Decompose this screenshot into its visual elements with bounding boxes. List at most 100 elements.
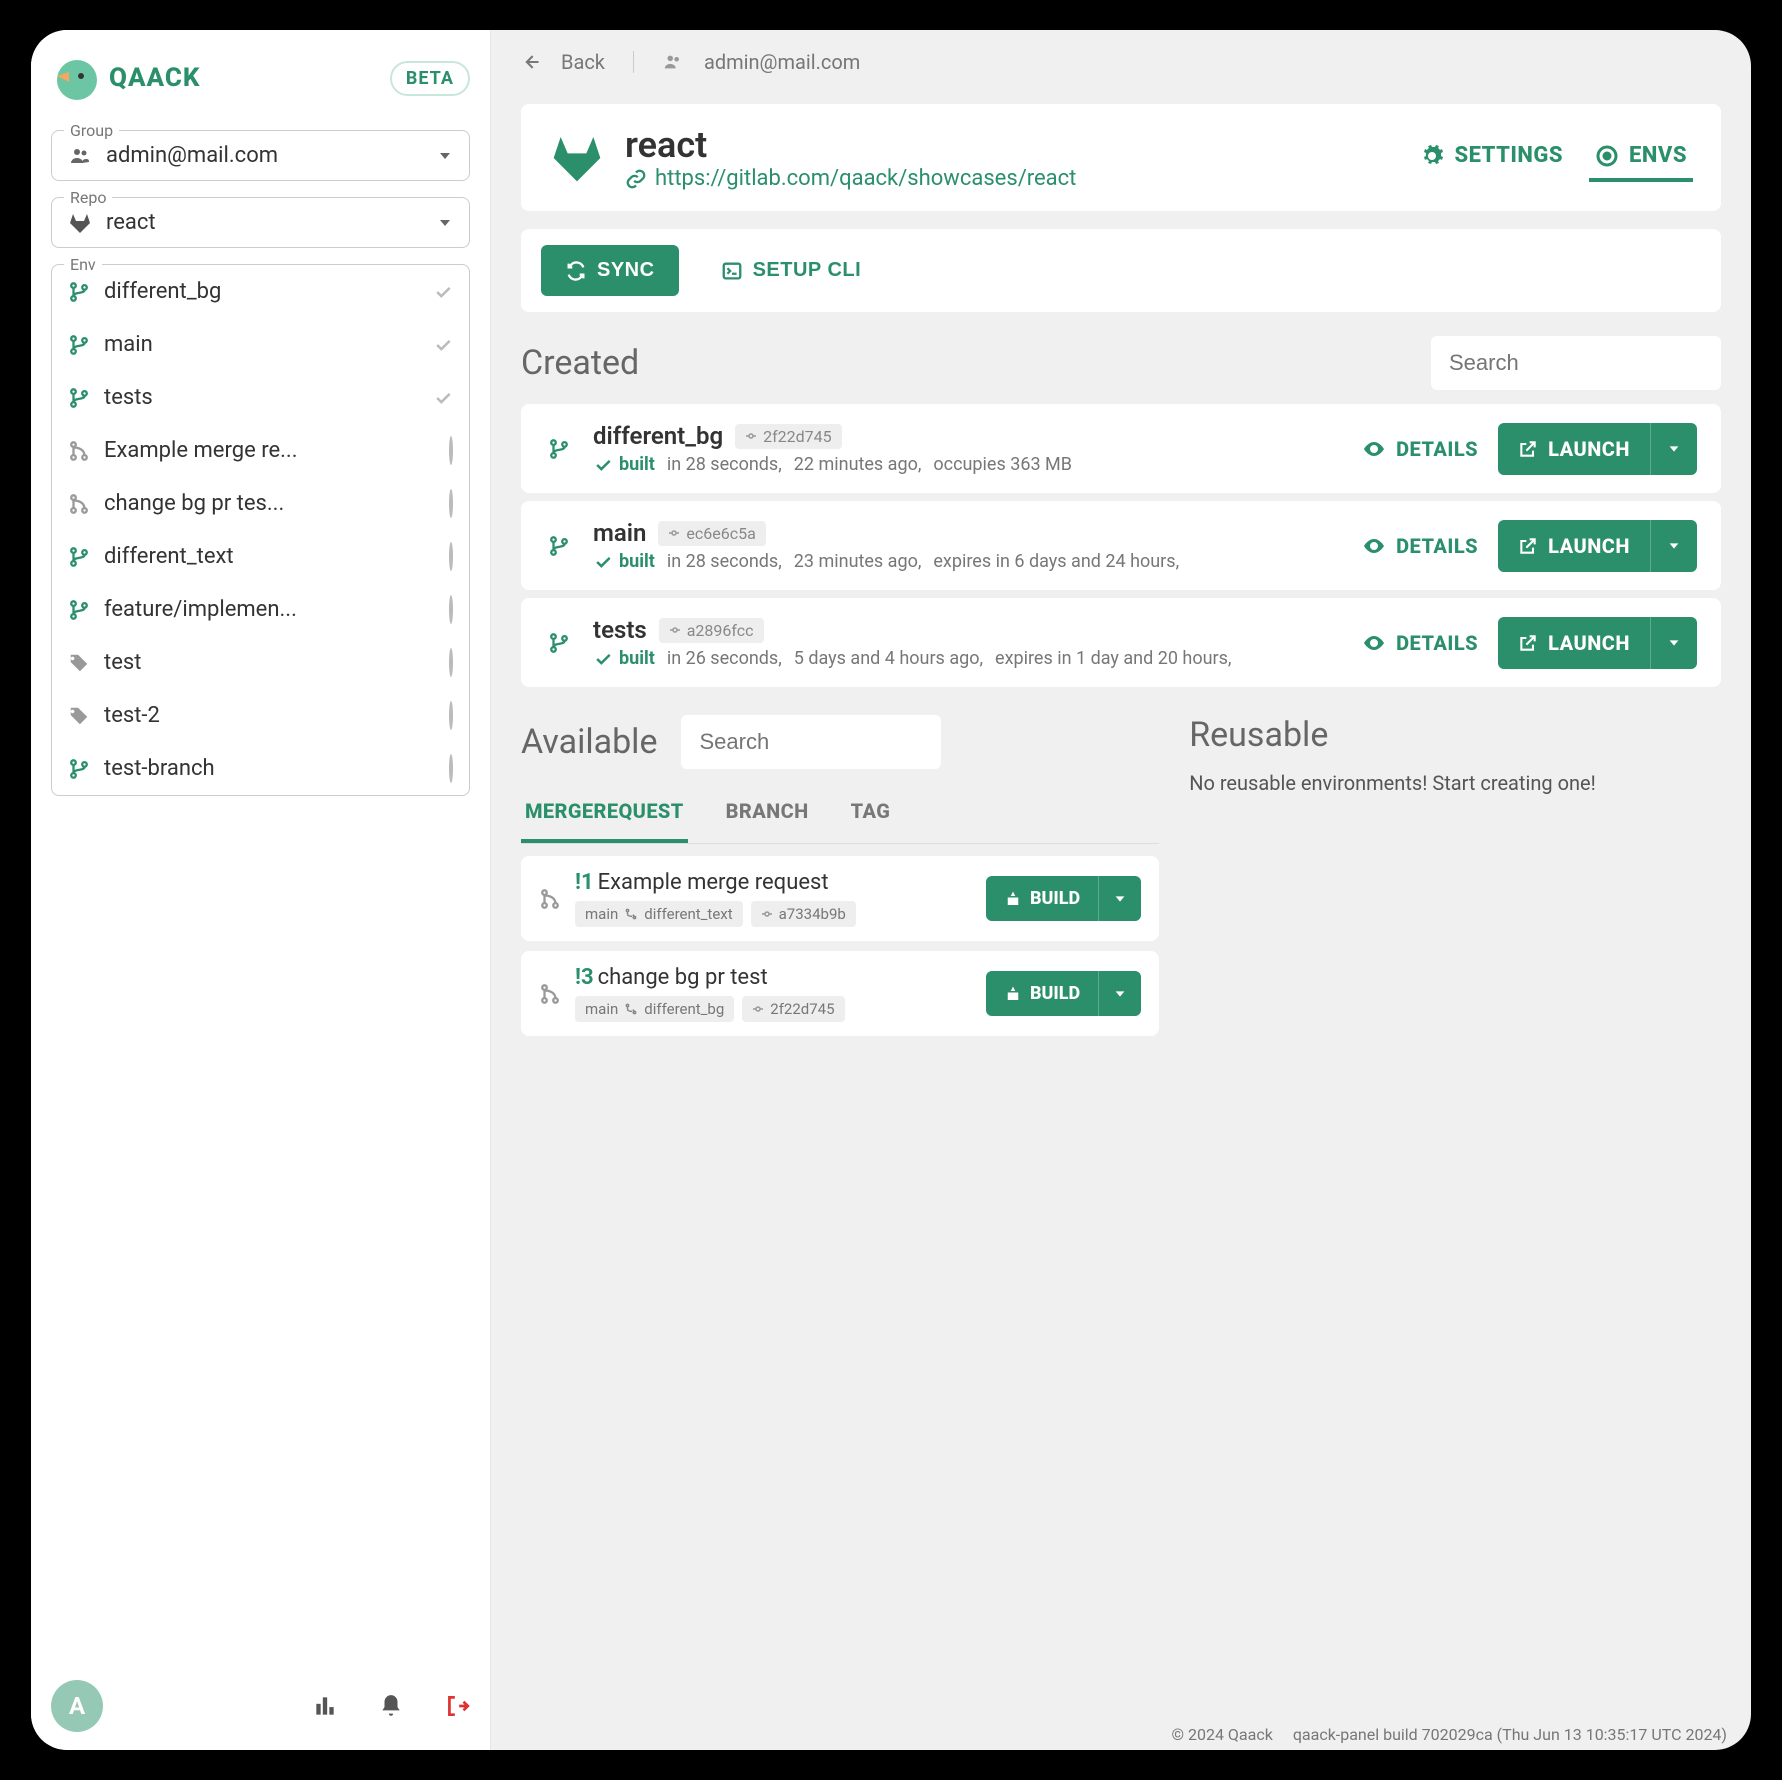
circle-icon — [449, 438, 453, 463]
build-button[interactable]: BUILD — [986, 971, 1141, 1016]
sidebar-env-item[interactable]: Example merge re... — [52, 424, 469, 477]
created-env-card: tests a2896fcc built in 26 seconds, 5 da… — [521, 598, 1721, 687]
group-label: Group — [64, 121, 119, 140]
env-name: main — [104, 332, 153, 357]
bell-icon[interactable] — [378, 1693, 404, 1719]
tag-icon — [68, 652, 90, 674]
available-heading: Available — [521, 722, 657, 762]
sidebar-env-item[interactable]: change bg pr tes... — [52, 477, 469, 530]
env-label: Env — [64, 255, 102, 274]
launch-button[interactable]: LAUNCH — [1498, 423, 1697, 475]
tab-mergerequest[interactable]: MERGEREQUEST — [521, 783, 688, 843]
avatar[interactable]: A — [51, 1680, 103, 1732]
details-link[interactable]: DETAILS — [1362, 437, 1478, 461]
extra-info: occupies 363 MB — [933, 454, 1072, 475]
branch-icon — [68, 387, 90, 409]
mr-card: !1Example merge request main different_t… — [521, 856, 1159, 941]
commit-chip[interactable]: ec6e6c5a — [658, 521, 765, 546]
branch-icon — [68, 334, 90, 356]
details-link[interactable]: DETAILS — [1362, 534, 1478, 558]
tab-settings[interactable]: SETTINGS — [1414, 133, 1569, 182]
build-caret[interactable] — [1098, 876, 1141, 921]
created-search-input[interactable] — [1431, 336, 1721, 390]
sidebar-env-item[interactable]: test-2 — [52, 689, 469, 742]
divider — [633, 51, 634, 73]
launch-caret[interactable] — [1650, 520, 1697, 572]
launch-button[interactable]: LAUNCH — [1498, 617, 1697, 669]
sidebar-env-item[interactable]: main — [52, 318, 469, 371]
sidebar-env-item[interactable]: feature/implemen... — [52, 583, 469, 636]
people-icon — [662, 51, 684, 73]
commit-chip[interactable]: a2896fcc — [659, 618, 764, 643]
details-link[interactable]: DETAILS — [1362, 631, 1478, 655]
env-title: main — [593, 519, 646, 547]
branch-icon — [545, 632, 573, 654]
sync-button[interactable]: SYNC — [541, 245, 679, 296]
tab-branch[interactable]: BRANCH — [722, 783, 813, 843]
merge-icon — [539, 983, 561, 1005]
launch-button[interactable]: LAUNCH — [1498, 520, 1697, 572]
launch-caret[interactable] — [1650, 617, 1697, 669]
circle-icon — [449, 650, 453, 675]
footer-build: qaack-panel build 702029ca (Thu Jun 13 1… — [1293, 1725, 1727, 1744]
merge-icon — [68, 493, 90, 515]
env-name: test-2 — [104, 703, 160, 728]
stats-icon[interactable] — [312, 1693, 338, 1719]
env-name: tests — [104, 385, 153, 410]
build-time: in 28 seconds, — [667, 454, 782, 475]
circle-icon — [449, 491, 453, 516]
topbar-user[interactable]: admin@mail.com — [704, 50, 860, 74]
repo-value: react — [106, 210, 156, 235]
sidebar-env-item[interactable]: test — [52, 636, 469, 689]
mr-branches: main different_bg — [575, 996, 734, 1022]
env-name: Example merge re... — [104, 438, 298, 463]
back-arrow-icon[interactable] — [521, 52, 541, 72]
sidebar-env-item[interactable]: tests — [52, 371, 469, 424]
tag-icon — [68, 705, 90, 727]
back-link[interactable]: Back — [561, 50, 605, 74]
age: 22 minutes ago, — [794, 454, 922, 475]
build-caret[interactable] — [1098, 971, 1141, 1016]
check-icon — [433, 388, 453, 408]
sidebar-env-item[interactable]: different_text — [52, 530, 469, 583]
env-title: tests — [593, 616, 647, 644]
commit-chip[interactable]: 2f22d745 — [735, 424, 842, 449]
terminal-icon — [721, 260, 743, 282]
repo-title: react — [625, 124, 1076, 166]
age: 23 minutes ago, — [794, 551, 922, 572]
repo-dropdown[interactable]: react — [52, 198, 469, 247]
env-name: different_text — [104, 544, 234, 569]
caret-down-icon — [437, 148, 453, 164]
logo[interactable]: QAACK — [51, 54, 200, 102]
gitlab-icon — [68, 211, 92, 235]
circle-icon — [449, 544, 453, 569]
sidebar-env-item[interactable]: test-branch — [52, 742, 469, 795]
created-env-card: main ec6e6c5a built in 28 seconds, 23 mi… — [521, 501, 1721, 590]
branch-icon — [68, 281, 90, 303]
circle-icon — [449, 756, 453, 781]
commit-chip[interactable]: a7334b9b — [751, 901, 856, 927]
status-built: built — [593, 454, 655, 475]
logout-icon[interactable] — [444, 1693, 470, 1719]
env-name: change bg pr tes... — [104, 491, 284, 516]
mr-title: !3change bg pr test — [575, 965, 972, 990]
branch-icon — [545, 535, 573, 557]
tab-envs[interactable]: ENVS — [1589, 133, 1693, 182]
created-heading: Created — [521, 343, 639, 383]
available-search-input[interactable] — [681, 715, 941, 769]
merge-icon — [68, 440, 90, 462]
build-time: in 28 seconds, — [667, 551, 782, 572]
branch-icon — [68, 599, 90, 621]
build-button[interactable]: BUILD — [986, 876, 1141, 921]
env-name: different_bg — [104, 279, 221, 304]
launch-caret[interactable] — [1650, 423, 1697, 475]
link-icon — [625, 168, 647, 190]
merge-icon — [539, 888, 561, 910]
footer-copyright: © 2024 Qaack — [1171, 1725, 1272, 1744]
tab-tag[interactable]: TAG — [847, 783, 895, 843]
setup-cli-button[interactable]: SETUP CLI — [697, 245, 886, 296]
sidebar-env-item[interactable]: different_bg — [52, 265, 469, 318]
people-icon — [68, 144, 92, 168]
repo-url[interactable]: https://gitlab.com/qaack/showcases/react — [625, 166, 1076, 191]
commit-chip[interactable]: 2f22d745 — [742, 996, 844, 1022]
